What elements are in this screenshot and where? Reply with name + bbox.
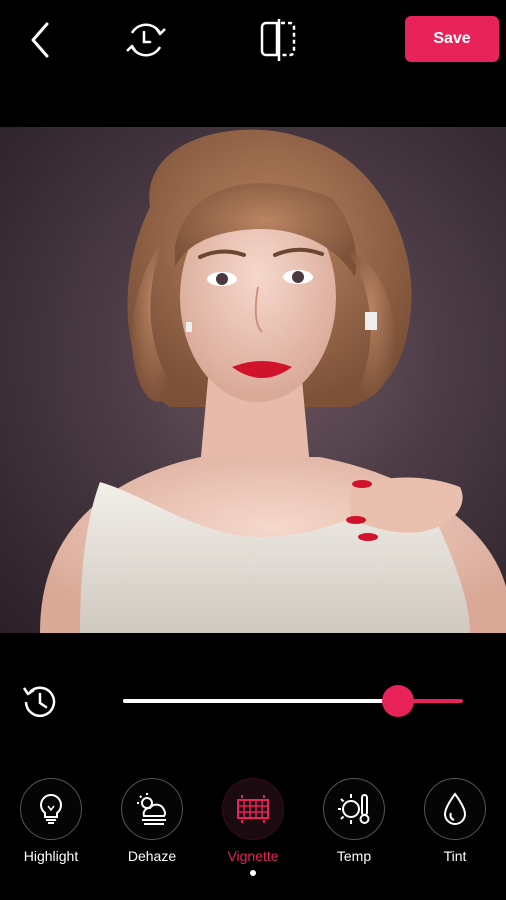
- history-icon[interactable]: [122, 16, 170, 64]
- slider-fill: [123, 699, 399, 703]
- droplet-icon: [443, 792, 467, 825]
- tool-selector: Highlight Dehaze Vignette Temp Tint: [0, 778, 506, 888]
- tool-vignette[interactable]: Vignette: [203, 778, 303, 876]
- tool-vignette-circle: [222, 778, 284, 840]
- tool-label: Dehaze: [127, 848, 177, 864]
- thermometer-sun-icon: [338, 794, 370, 824]
- slider-knob[interactable]: [382, 685, 415, 717]
- cloud-sun-icon: [137, 793, 166, 825]
- tool-label: Highlight: [23, 848, 79, 864]
- tool-temp-circle: [323, 778, 385, 840]
- reset-history-icon[interactable]: [18, 680, 62, 724]
- compare-icon[interactable]: [254, 16, 302, 64]
- vignette-icon: [237, 795, 269, 823]
- adjustment-slider[interactable]: [123, 685, 463, 717]
- tool-tint[interactable]: Tint: [405, 778, 505, 864]
- tool-label: Temp: [336, 848, 372, 864]
- adjustment-slider-row: [0, 670, 506, 730]
- save-button[interactable]: Save: [405, 16, 499, 62]
- tool-temp[interactable]: Temp: [304, 778, 404, 864]
- tool-tint-circle: [424, 778, 486, 840]
- tool-label: Vignette: [227, 848, 279, 864]
- top-toolbar: Save: [0, 0, 506, 80]
- back-arrow-icon[interactable]: [16, 16, 64, 64]
- tool-highlight-circle: [20, 778, 82, 840]
- tool-dehaze[interactable]: Dehaze: [102, 778, 202, 864]
- selected-indicator-dot: [250, 870, 256, 876]
- lightbulb-icon: [40, 793, 62, 824]
- tool-highlight[interactable]: Highlight: [1, 778, 101, 864]
- tool-dehaze-circle: [121, 778, 183, 840]
- photo-preview[interactable]: [0, 127, 506, 633]
- portrait-image: [40, 129, 506, 633]
- tool-label: Tint: [443, 848, 467, 864]
